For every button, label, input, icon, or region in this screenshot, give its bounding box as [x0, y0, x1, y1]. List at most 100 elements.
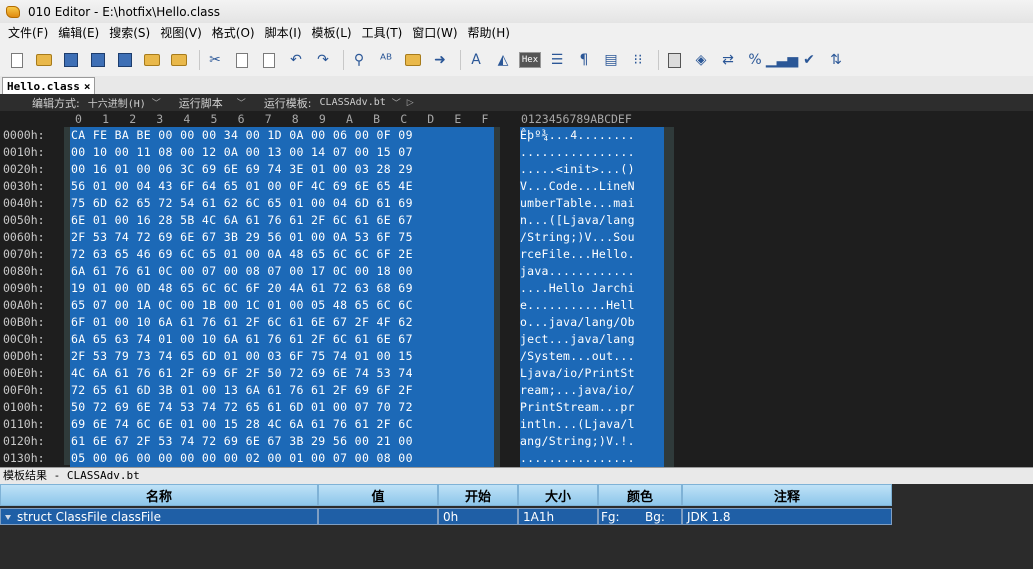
undo-icon[interactable]: ↶ — [285, 49, 307, 71]
row-ascii[interactable]: V...Code...LineN — [520, 178, 664, 195]
menu-script[interactable]: 脚本(I) — [260, 23, 307, 44]
open-dir-icon[interactable] — [141, 49, 163, 71]
hex-row[interactable]: 0090h: 19 01 00 0D 48 65 6C 6C 6F 20 4A 6… — [0, 280, 1033, 297]
menu-help[interactable]: 帮助(H) — [463, 23, 515, 44]
row-hex-bytes[interactable]: 50 72 69 6E 74 53 74 72 65 61 6D 01 00 0… — [70, 399, 494, 416]
cut-icon[interactable]: ✂ — [204, 49, 226, 71]
row-hex-bytes[interactable]: 65 07 00 1A 0C 00 1B 00 1C 01 00 05 48 6… — [70, 297, 494, 314]
row-hex-bytes[interactable]: 69 6E 74 6C 6E 01 00 15 28 4C 6A 61 76 6… — [70, 416, 494, 433]
hex-row[interactable]: 0040h: 75 6D 62 65 72 54 61 62 6C 65 01 0… — [0, 195, 1033, 212]
menu-view[interactable]: 视图(V) — [155, 23, 207, 44]
find-in-files-icon[interactable] — [402, 49, 424, 71]
run-template-selector[interactable]: 运行模板: CLASSAdv.bt ﹀ ▷ — [264, 95, 414, 111]
hex-row[interactable]: 0120h: 61 6E 67 2F 53 74 72 69 6E 67 3B 2… — [0, 433, 1033, 450]
hex-icon[interactable]: Hex — [518, 49, 542, 71]
histogram-icon[interactable]: ▁▃▅ — [766, 49, 798, 71]
hex-row[interactable]: 0030h: 56 01 00 04 43 6F 64 65 01 00 0F 4… — [0, 178, 1033, 195]
row-ascii[interactable]: n...([Ljava/lang — [520, 212, 664, 229]
row-ascii[interactable]: PrintStream...pr — [520, 399, 664, 416]
result-color-cell[interactable]: Fg: Bg: — [598, 508, 682, 525]
result-value-cell[interactable] — [318, 508, 438, 525]
close-icon[interactable]: × — [84, 80, 91, 93]
find-icon[interactable]: ⚲ — [348, 49, 370, 71]
hex-row[interactable]: 0010h: 00 10 00 11 08 00 12 0A 00 13 00 1… — [0, 144, 1033, 161]
row-hex-bytes[interactable]: 72 63 65 46 69 6C 65 01 00 0A 48 65 6C 6… — [70, 246, 494, 263]
new-file-icon[interactable] — [6, 49, 28, 71]
font-icon[interactable]: A — [465, 49, 487, 71]
hex-row[interactable]: 0100h: 50 72 69 6E 74 53 74 72 65 61 6D 0… — [0, 399, 1033, 416]
row-hex-bytes[interactable]: 6E 01 00 16 28 5B 4C 6A 61 76 61 2F 6C 6… — [70, 212, 494, 229]
paste-icon[interactable] — [258, 49, 280, 71]
save-as-icon[interactable] — [87, 49, 109, 71]
hex-row[interactable]: 00E0h: 4C 6A 61 76 61 2F 69 6F 2F 50 72 6… — [0, 365, 1033, 382]
binary-icon[interactable]: ⁝⁝ — [627, 49, 649, 71]
row-ascii[interactable]: ject...java/lang — [520, 331, 664, 348]
base-convert-icon[interactable]: ⇅ — [825, 49, 847, 71]
hex-row[interactable]: 0060h: 2F 53 74 72 69 6E 67 3B 29 56 01 0… — [0, 229, 1033, 246]
hex-row[interactable]: 00D0h: 2F 53 79 73 74 65 6D 01 00 03 6F 7… — [0, 348, 1033, 365]
menu-search[interactable]: 搜索(S) — [104, 23, 155, 44]
hex-row[interactable]: 00A0h: 65 07 00 1A 0C 00 1B 00 1C 01 00 0… — [0, 297, 1033, 314]
redo-icon[interactable]: ↷ — [312, 49, 334, 71]
result-name-cell[interactable]: struct ClassFile classFile — [0, 508, 318, 525]
columns-icon[interactable]: ☰ — [546, 49, 568, 71]
row-ascii[interactable]: ....Hello Jarchi — [520, 280, 664, 297]
checksum-icon[interactable]: ✔ — [798, 49, 820, 71]
open-folder-icon[interactable] — [33, 49, 55, 71]
row-hex-bytes[interactable]: 2F 53 79 73 74 65 6D 01 00 03 6F 75 74 0… — [70, 348, 494, 365]
result-size-cell[interactable]: 1A1h — [518, 508, 598, 525]
menu-template[interactable]: 模板(L) — [307, 23, 357, 44]
col-header-name[interactable]: 名称 — [0, 484, 318, 506]
menu-format[interactable]: 格式(O) — [207, 23, 260, 44]
row-ascii[interactable]: ang/String;)V.!. — [520, 433, 664, 450]
row-ascii[interactable]: java............ — [520, 263, 664, 280]
expand-icon[interactable] — [5, 515, 11, 520]
hex-row[interactable]: 0080h: 6A 61 76 61 0C 00 07 00 08 07 00 1… — [0, 263, 1033, 280]
row-hex-bytes[interactable]: 72 65 61 6D 3B 01 00 13 6A 61 76 61 2F 6… — [70, 382, 494, 399]
bookmark-icon[interactable]: ◈ — [690, 49, 712, 71]
row-hex-bytes[interactable]: 56 01 00 04 43 6F 64 65 01 00 0F 4C 69 6… — [70, 178, 494, 195]
hex-row[interactable]: 0130h: 05 00 06 00 00 00 00 00 02 00 01 0… — [0, 450, 1033, 467]
col-header-comment[interactable]: 注释 — [682, 484, 892, 506]
row-ascii[interactable]: umberTable...mai — [520, 195, 664, 212]
row-hex-bytes[interactable]: 75 6D 62 65 72 54 61 62 6C 65 01 00 04 6… — [70, 195, 494, 212]
percent-icon[interactable]: % — [744, 49, 766, 71]
row-hex-bytes[interactable]: 6A 65 63 74 01 00 10 6A 61 76 61 2F 6C 6… — [70, 331, 494, 348]
col-header-value[interactable]: 值 — [318, 484, 438, 506]
row-hex-bytes[interactable]: 6F 01 00 10 6A 61 76 61 2F 6C 61 6E 67 2… — [70, 314, 494, 331]
row-hex-bytes[interactable]: 00 16 01 00 06 3C 69 6E 69 74 3E 01 00 0… — [70, 161, 494, 178]
row-hex-bytes[interactable]: 2F 53 74 72 69 6E 67 3B 29 56 01 00 0A 5… — [70, 229, 494, 246]
save-all-icon[interactable] — [114, 49, 136, 71]
menu-edit[interactable]: 编辑(E) — [53, 23, 104, 44]
row-ascii[interactable]: ................ — [520, 144, 664, 161]
highlight-icon[interactable]: ◭ — [492, 49, 514, 71]
paragraph-icon[interactable]: ¶ — [573, 49, 595, 71]
col-header-start[interactable]: 开始 — [438, 484, 518, 506]
hex-row[interactable]: 0050h: 6E 01 00 16 28 5B 4C 6A 61 76 61 2… — [0, 212, 1033, 229]
hex-editor[interactable]: 0000h: CA FE BA BE 00 00 00 34 00 1D 0A 0… — [0, 127, 1033, 467]
row-ascii[interactable]: .....<init>...() — [520, 161, 664, 178]
open-files-icon[interactable] — [168, 49, 190, 71]
menu-tools[interactable]: 工具(T) — [357, 23, 408, 44]
hex-row[interactable]: 00B0h: 6F 01 00 10 6A 61 76 61 2F 6C 61 6… — [0, 314, 1033, 331]
col-header-color[interactable]: 颜色 — [598, 484, 682, 506]
row-ascii[interactable]: o...java/lang/Ob — [520, 314, 664, 331]
replace-icon[interactable]: ᴬᴮ — [375, 49, 397, 71]
hex-row[interactable]: 0020h: 00 16 01 00 06 3C 69 6E 69 74 3E 0… — [0, 161, 1033, 178]
menu-file[interactable]: 文件(F) — [3, 23, 53, 44]
row-hex-bytes[interactable]: 61 6E 67 2F 53 74 72 69 6E 67 3B 29 56 0… — [70, 433, 494, 450]
play-icon[interactable]: ▷ — [407, 98, 414, 108]
copy-icon[interactable] — [231, 49, 253, 71]
save-icon[interactable] — [60, 49, 82, 71]
row-hex-bytes[interactable]: 6A 61 76 61 0C 00 07 00 08 07 00 17 0C 0… — [70, 263, 494, 280]
row-ascii[interactable]: Êþº¾...4........ — [520, 127, 664, 144]
hex-row[interactable]: 0000h: CA FE BA BE 00 00 00 34 00 1D 0A 0… — [0, 127, 1033, 144]
row-ascii[interactable]: intln...(Ljava/l — [520, 416, 664, 433]
hex-row[interactable]: 00F0h: 72 65 61 6D 3B 01 00 13 6A 61 76 6… — [0, 382, 1033, 399]
row-hex-bytes[interactable]: 4C 6A 61 76 61 2F 69 6F 2F 50 72 69 6E 7… — [70, 365, 494, 382]
calculator-icon[interactable] — [663, 49, 685, 71]
row-hex-bytes[interactable]: 00 10 00 11 08 00 12 0A 00 13 00 14 07 0… — [70, 144, 494, 161]
edit-mode-selector[interactable]: 编辑方式: 十六进制(H) ﹀ — [32, 95, 161, 111]
row-ascii[interactable]: ream;...java/io/ — [520, 382, 664, 399]
result-comment-cell[interactable]: JDK 1.8 — [682, 508, 892, 525]
